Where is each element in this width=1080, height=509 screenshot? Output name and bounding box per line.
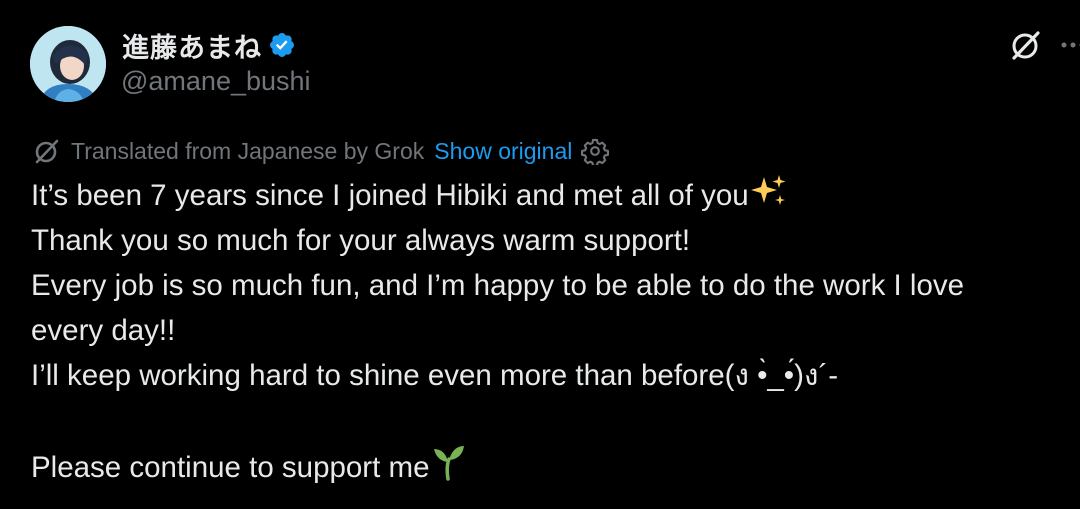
tweet-line: every day!! — [31, 314, 176, 347]
grok-icon[interactable] — [1008, 27, 1044, 63]
settings-gear-icon[interactable] — [581, 137, 610, 165]
sparkles-emoji-icon — [750, 175, 786, 205]
translated-by-label: Translated from Japanese by Grok — [71, 137, 425, 164]
tweet-line: It’s been 7 years since I joined Hibiki … — [31, 173, 1071, 218]
author-handle[interactable]: @amane_bushi — [121, 66, 311, 97]
seedling-emoji-icon — [433, 446, 464, 481]
tweet-line-text: It’s been 7 years since I joined Hibiki … — [31, 179, 749, 212]
tweet-line: Please continue to support me — [31, 443, 1071, 488]
author-name-row[interactable]: 進藤あまね — [122, 26, 296, 65]
tweet-line-text: Please continue to support me — [31, 451, 430, 484]
tweet-line: Every job is so much fun, and I’m happy … — [31, 269, 965, 302]
show-original-link[interactable]: Show original — [434, 138, 572, 165]
avatar[interactable] — [30, 26, 106, 102]
display-name[interactable]: 進藤あまね — [122, 26, 262, 65]
avatar-image — [30, 26, 106, 102]
tweet-line: I’ll keep working hard to shine even mor… — [31, 359, 839, 392]
verified-badge-icon — [270, 33, 294, 57]
tweet-line: Thank you so much for your always warm s… — [31, 224, 691, 257]
more-options-icon[interactable] — [1058, 30, 1080, 60]
translation-row: Translated from Japanese by Grok Show or… — [32, 134, 610, 168]
tweet-text: It’s been 7 years since I joined Hibiki … — [31, 173, 1071, 488]
grok-translate-icon — [35, 139, 59, 164]
